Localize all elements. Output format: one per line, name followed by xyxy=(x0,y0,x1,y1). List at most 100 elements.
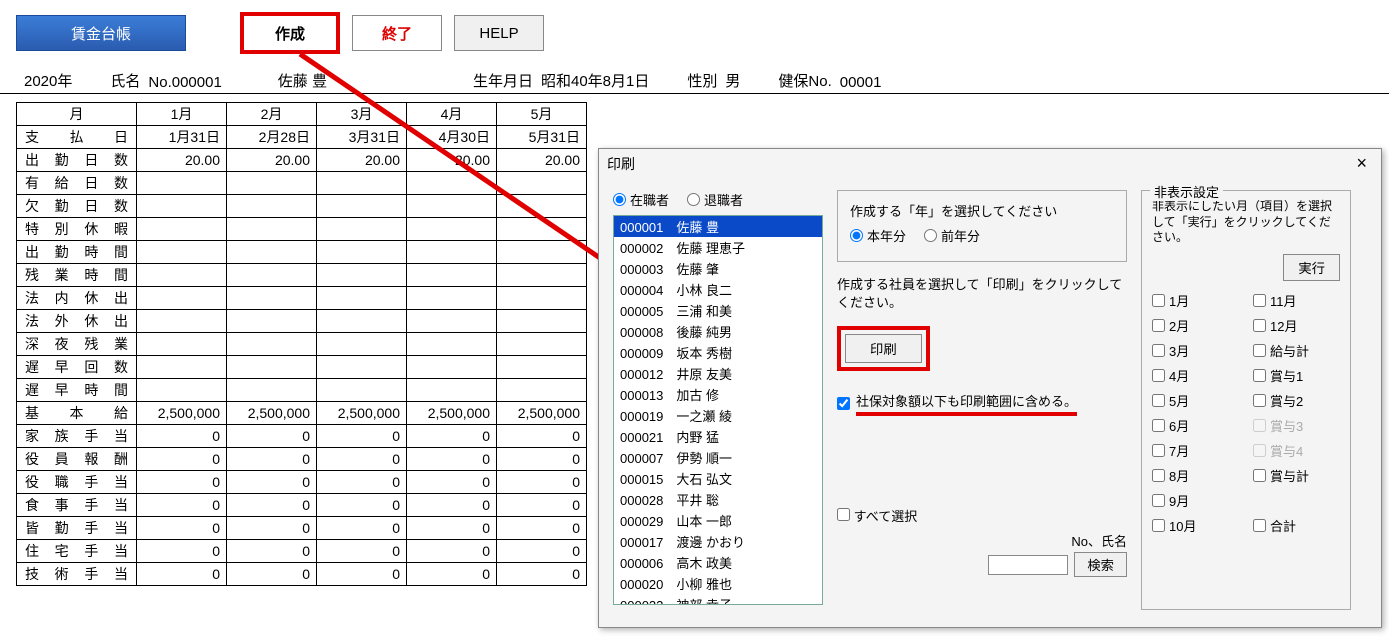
radio-retired[interactable]: 退職者 xyxy=(687,190,743,209)
create-button[interactable]: 作成 xyxy=(240,12,340,54)
cell xyxy=(317,218,407,241)
cell: 0 xyxy=(497,563,587,586)
search-button[interactable]: 検索 xyxy=(1074,552,1127,577)
employee-item[interactable]: 000003 佐藤 肇 xyxy=(614,258,822,279)
employee-item[interactable]: 000009 坂本 秀樹 xyxy=(614,342,822,363)
cell: 0 xyxy=(137,471,227,494)
month-check[interactable]: 10月 xyxy=(1152,516,1239,535)
month-check[interactable]: 給与計 xyxy=(1253,341,1340,360)
month-check[interactable]: 12月 xyxy=(1253,316,1340,335)
month-check[interactable]: 賞与計 xyxy=(1253,466,1340,485)
table-row: 法内休出 xyxy=(17,287,587,310)
cell: 0 xyxy=(227,563,317,586)
cell: 0 xyxy=(497,517,587,540)
row-label: 出勤日数 xyxy=(17,149,137,172)
row-label: 住宅手当 xyxy=(17,540,137,563)
cell xyxy=(317,172,407,195)
employee-item[interactable]: 000021 内野 猛 xyxy=(614,426,822,447)
employee-item[interactable]: 000008 後藤 純男 xyxy=(614,321,822,342)
execute-button[interactable]: 実行 xyxy=(1283,254,1340,281)
month-check[interactable]: 合計 xyxy=(1253,516,1340,535)
cell xyxy=(407,379,497,402)
col-m5: 5月 xyxy=(497,103,587,126)
table-row: 皆勤手当00000 xyxy=(17,517,587,540)
print-button[interactable]: 印刷 xyxy=(845,334,922,363)
cell: 0 xyxy=(137,563,227,586)
employee-item[interactable]: 000002 佐藤 理恵子 xyxy=(614,237,822,258)
print-button-highlight: 印刷 xyxy=(837,326,930,371)
table-row: 食事手当00000 xyxy=(17,494,587,517)
month-check[interactable]: 8月 xyxy=(1152,466,1239,485)
cell xyxy=(137,379,227,402)
print-dialog: 印刷 × 在職者 退職者 000001 佐藤 豊000002 佐藤 理恵子000… xyxy=(598,148,1382,628)
month-check[interactable]: 賞与4 xyxy=(1253,441,1340,460)
cell: 0 xyxy=(317,425,407,448)
employee-item[interactable]: 000007 伊勢 順一 xyxy=(614,447,822,468)
cell: 0 xyxy=(317,471,407,494)
exit-button[interactable]: 終了 xyxy=(352,15,442,51)
employee-item[interactable]: 000015 大石 弘文 xyxy=(614,468,822,489)
cell: 20.00 xyxy=(317,149,407,172)
employee-item[interactable]: 000006 高木 政美 xyxy=(614,552,822,573)
employee-item[interactable]: 000019 一之瀬 綾 xyxy=(614,405,822,426)
sex-label: 性別 xyxy=(687,70,717,91)
table-row: 支払日1月31日2月28日3月31日4月30日5月31日 xyxy=(17,126,587,149)
employee-item[interactable]: 000020 小柳 雅也 xyxy=(614,573,822,594)
month-check[interactable]: 1月 xyxy=(1152,291,1239,310)
month-check[interactable]: 9月 xyxy=(1152,491,1239,510)
cell xyxy=(137,241,227,264)
month-check[interactable]: 賞与2 xyxy=(1253,391,1340,410)
row-label: 役職手当 xyxy=(17,471,137,494)
employee-list[interactable]: 000001 佐藤 豊000002 佐藤 理恵子000003 佐藤 肇00000… xyxy=(613,215,823,605)
month-check[interactable]: 6月 xyxy=(1152,416,1239,435)
search-input[interactable] xyxy=(988,555,1068,575)
cell xyxy=(137,264,227,287)
cell: 0 xyxy=(227,494,317,517)
month-check[interactable]: 4月 xyxy=(1152,366,1239,385)
help-button[interactable]: HELP xyxy=(454,15,544,51)
employee-item[interactable]: 000017 渡邊 かおり xyxy=(614,531,822,552)
month-check[interactable]: 7月 xyxy=(1152,441,1239,460)
include-below-shaho-checkbox[interactable] xyxy=(837,397,850,410)
employee-item[interactable]: 000022 神部 幸子 xyxy=(614,594,822,605)
employee-item[interactable]: 000004 小林 良二 xyxy=(614,279,822,300)
col-m3: 3月 xyxy=(317,103,407,126)
employee-item[interactable]: 000005 三浦 和美 xyxy=(614,300,822,321)
row-label: 遅早時間 xyxy=(17,379,137,402)
month-checkboxes: 1月 11月 2月 12月 3月給与計 4月賞与1 5月賞与2 6月賞与3 7月賞与4 8月賞与計… xyxy=(1152,291,1340,535)
close-icon[interactable]: × xyxy=(1350,153,1373,174)
cell: 0 xyxy=(497,471,587,494)
cell xyxy=(227,195,317,218)
month-check[interactable]: 11月 xyxy=(1253,291,1340,310)
month-check[interactable]: 5月 xyxy=(1152,391,1239,410)
employee-item[interactable]: 000013 加古 修 xyxy=(614,384,822,405)
radio-active[interactable]: 在職者 xyxy=(613,190,669,209)
cell xyxy=(227,333,317,356)
cell xyxy=(407,310,497,333)
month-check[interactable]: 賞与3 xyxy=(1253,416,1340,435)
cell xyxy=(407,287,497,310)
cell xyxy=(137,218,227,241)
month-check[interactable]: 2月 xyxy=(1152,316,1239,335)
employee-item[interactable]: 000001 佐藤 豊 xyxy=(614,216,822,237)
col-m2: 2月 xyxy=(227,103,317,126)
include-below-shaho-label: 社保対象額以下も印刷範囲に含める。 xyxy=(856,391,1077,416)
ledger-button[interactable]: 賃金台帳 xyxy=(16,15,186,51)
dob-label: 生年月日 xyxy=(473,70,533,91)
cell: 5月31日 xyxy=(497,126,587,149)
search-label: No、氏名 xyxy=(1071,531,1127,550)
cell xyxy=(407,333,497,356)
employee-item[interactable]: 000012 井原 友美 xyxy=(614,363,822,384)
month-check[interactable]: 3月 xyxy=(1152,341,1239,360)
year-group-title: 作成する「年」を選択してください xyxy=(850,201,1114,220)
cell xyxy=(317,241,407,264)
cell xyxy=(497,218,587,241)
radio-year-prev[interactable]: 前年分 xyxy=(924,226,980,245)
employee-item[interactable]: 000028 平井 聡 xyxy=(614,489,822,510)
col-month: 月 xyxy=(17,103,137,126)
row-label: 遅早回数 xyxy=(17,356,137,379)
month-check[interactable]: 賞与1 xyxy=(1253,366,1340,385)
radio-year-current[interactable]: 本年分 xyxy=(850,226,906,245)
employee-item[interactable]: 000029 山本 一郎 xyxy=(614,510,822,531)
select-all-checkbox[interactable]: すべて選択 xyxy=(837,506,917,525)
